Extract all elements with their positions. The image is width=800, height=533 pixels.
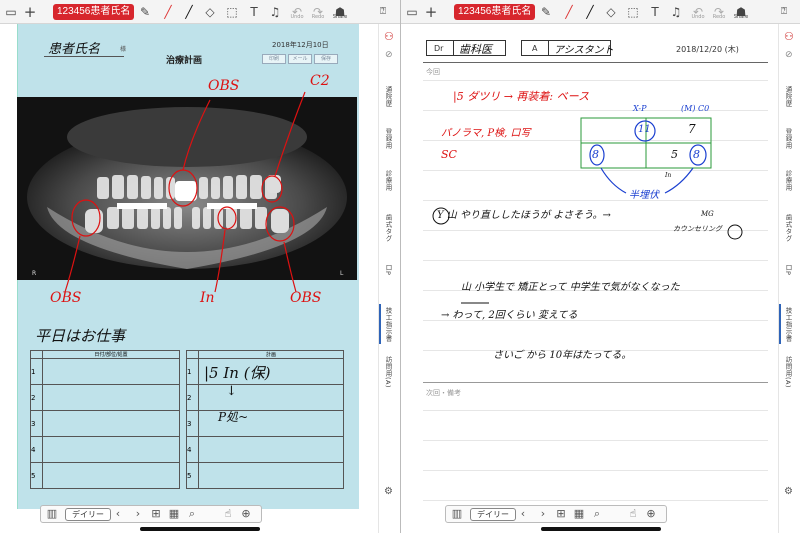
table-left-header: 日付/部位/処置	[42, 350, 180, 359]
sidebar-item-registration[interactable]: 登録用	[783, 128, 793, 149]
link-icon[interactable]: ⊘	[385, 50, 393, 60]
right-sidebar: ⚇ ⊘ 通院歴 登録用 診療用 歯式タグ 口P 技工指示書 訪問用(A) ⚙	[378, 24, 400, 533]
row-number: 1	[30, 358, 43, 385]
settings-icon[interactable]: ⚙	[384, 486, 393, 497]
plan-handwritten-3: P処~	[218, 410, 249, 424]
user-add-icon[interactable]: ⚇	[784, 30, 794, 43]
sidebar-item-op[interactable]: 口P	[383, 264, 393, 275]
next-page-icon[interactable]: ›	[536, 507, 550, 521]
handwriting-line-7: さいご から 10年はたってる。	[493, 350, 632, 361]
handwriting-line-4: Y 山 やり直ししたほうが よさそう。→	[437, 210, 611, 221]
plan-cell[interactable]	[198, 384, 344, 411]
right-sidebar: ⚇ ⊘ 通院歴 登録用 診療用 歯式タグ 口P 技工指示書 訪問用(A) ⚙	[778, 24, 800, 533]
handwriting-mg: MG	[701, 210, 714, 218]
row-number: 3	[186, 410, 199, 437]
row-number: 2	[186, 384, 199, 411]
annotation-in: In	[200, 290, 215, 306]
annotation-obs-right: OBS	[290, 290, 322, 306]
handwriting-counseling: カウンセリング	[673, 225, 722, 233]
procedure-table: 日付/部位/処置 1 2 3 4 5	[30, 350, 180, 489]
left-screen: ▭ + 123456患者氏名 ✎ ╱ ╱ ◇ ⬚ T ♫ ↶ Undo ↷ Re…	[0, 0, 400, 533]
user-add-icon[interactable]: ⚇	[384, 30, 394, 43]
chart-cell-lower-mid: 5	[671, 148, 678, 161]
prev-page-icon[interactable]: ‹	[111, 507, 125, 521]
zoom-add-icon[interactable]: ⊕	[644, 507, 658, 521]
row-number: 3	[30, 410, 43, 437]
add-page-icon[interactable]: ⊞	[149, 507, 163, 521]
bottom-navigation: ▥ デイリー ‹ › ⊞ ▦ ⌕ ☝ ⊕	[40, 505, 262, 523]
search-pages-icon[interactable]: ⌕	[590, 507, 604, 521]
annotation-obs-left: OBS	[50, 290, 82, 306]
sidebar-item-op[interactable]: 口P	[783, 264, 793, 275]
row-number: 5	[186, 462, 199, 489]
right-screen: ▭ + 123456患者氏名 ✎ ╱ ╱ ◇ ⬚ T ♫ ↶ Undo ↷ Re…	[400, 0, 800, 533]
prev-page-icon[interactable]: ‹	[516, 507, 530, 521]
procedure-cell[interactable]	[42, 462, 180, 489]
home-indicator[interactable]	[140, 527, 260, 531]
settings-icon[interactable]: ⚙	[784, 486, 793, 497]
tooth-chart-drawing	[432, 117, 743, 304]
row-number: 5	[30, 462, 43, 489]
plan-handwritten-1: |5 In (保)	[204, 364, 271, 382]
chart-cell-lower-left: 8	[592, 148, 599, 161]
chart-header-xp: X-P	[633, 104, 647, 113]
sidebar-active-indicator	[379, 304, 381, 344]
next-page-icon[interactable]: ›	[131, 507, 145, 521]
procedure-cell[interactable]	[42, 358, 180, 385]
sidebar-item-lab-order[interactable]: 技工指示書	[783, 307, 793, 342]
sidebar-item-visit[interactable]: 訪問用(A)	[383, 356, 393, 388]
row-number: 4	[186, 436, 199, 463]
sidebar-item-history[interactable]: 通院歴	[783, 86, 793, 107]
book-icon[interactable]: ▥	[450, 507, 464, 521]
hand-tool-icon[interactable]: ☝	[626, 507, 640, 521]
chart-cell-upper-right: 7	[688, 122, 696, 136]
table-right-header: 計画	[198, 350, 344, 359]
calendar-icon[interactable]: ▦	[572, 507, 586, 521]
chart-cell-upper-left: 11	[638, 124, 651, 135]
row-number: 1	[186, 358, 199, 385]
sidebar-item-lab-order[interactable]: 技工指示書	[383, 307, 393, 342]
plan-cell[interactable]	[198, 462, 344, 489]
sidebar-item-dental-tag[interactable]: 歯式タグ	[383, 214, 393, 242]
daily-button[interactable]: デイリー	[470, 508, 516, 521]
procedure-cell[interactable]	[42, 436, 180, 463]
sidebar-item-consultation[interactable]: 診療用	[383, 170, 393, 191]
calendar-icon[interactable]: ▦	[167, 507, 181, 521]
plan-cell[interactable]	[198, 436, 344, 463]
chart-cell-lower-right: 8	[693, 148, 700, 161]
row-number: 4	[30, 436, 43, 463]
sidebar-item-history[interactable]: 通院歴	[383, 86, 393, 107]
note-title-handwritten: 平日はお仕事	[35, 327, 126, 345]
annotation-obs-top: OBS	[208, 78, 240, 94]
sidebar-item-consultation[interactable]: 診療用	[783, 170, 793, 191]
plan-handwritten-2: ↓	[226, 384, 237, 399]
home-indicator[interactable]	[541, 527, 661, 531]
procedure-cell[interactable]	[42, 384, 180, 411]
sidebar-item-dental-tag[interactable]: 歯式タグ	[783, 214, 793, 242]
add-page-icon[interactable]: ⊞	[554, 507, 568, 521]
sidebar-active-indicator	[779, 304, 781, 344]
annotation-c2: C2	[310, 73, 330, 89]
chart-small-note: In	[665, 172, 672, 179]
row-number: 2	[30, 384, 43, 411]
daily-button[interactable]: デイリー	[65, 508, 111, 521]
link-icon[interactable]: ⊘	[785, 50, 793, 60]
handwriting-line-5: 山 小学生で 矯正とって 中学生で気がなくなった	[461, 282, 680, 293]
procedure-cell[interactable]	[42, 410, 180, 437]
chart-note-impacted: 半埋伏	[629, 190, 659, 201]
hand-tool-icon[interactable]: ☝	[221, 507, 235, 521]
handwriting-line-6: → わって, 2回くらい 変えてる	[441, 310, 578, 321]
sidebar-item-visit[interactable]: 訪問用(A)	[783, 356, 793, 388]
zoom-add-icon[interactable]: ⊕	[239, 507, 253, 521]
sidebar-item-registration[interactable]: 登録用	[383, 128, 393, 149]
bottom-navigation: ▥ デイリー ‹ › ⊞ ▦ ⌕ ☝ ⊕	[445, 505, 667, 523]
book-icon[interactable]: ▥	[45, 507, 59, 521]
chart-header-m: (M) C0	[681, 104, 710, 113]
search-pages-icon[interactable]: ⌕	[185, 507, 199, 521]
